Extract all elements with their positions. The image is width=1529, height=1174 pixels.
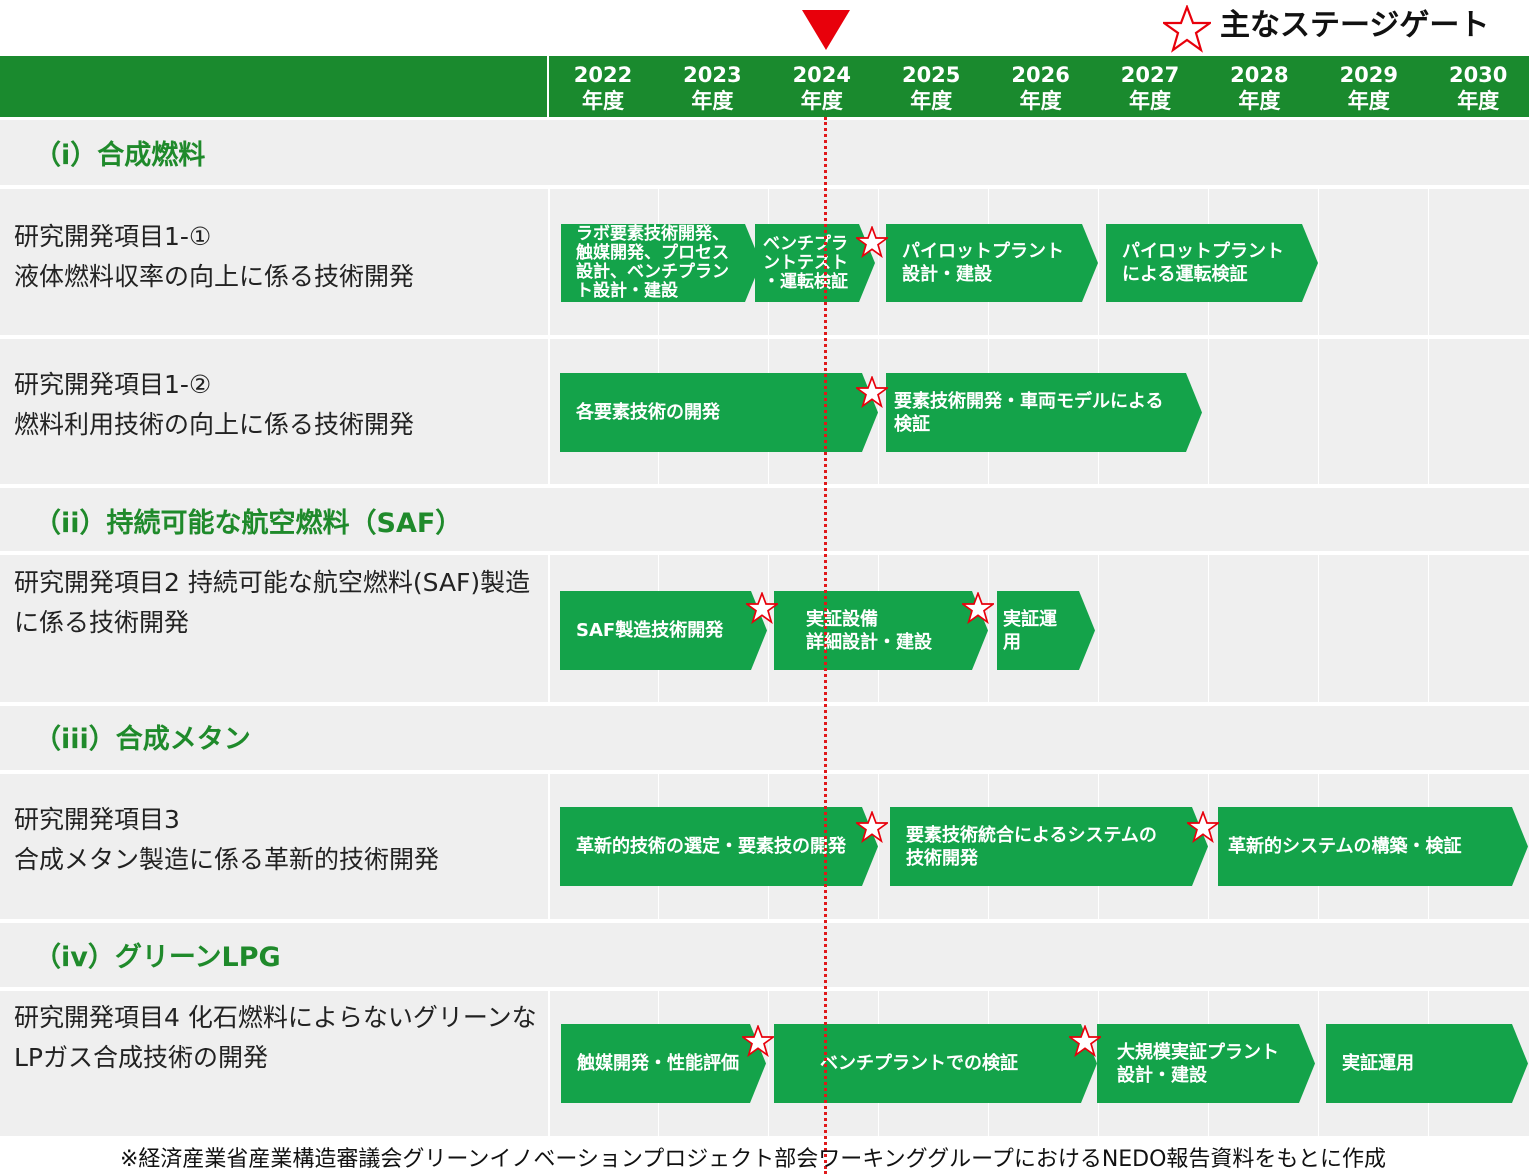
grid-line (878, 774, 879, 919)
section-title-green-lpg: （iv）グリーンLPG (34, 942, 281, 973)
grid-line (1428, 555, 1429, 702)
grid-line (548, 991, 550, 1136)
grid-line (548, 555, 550, 702)
year-label-0: 2022 年度 (573, 63, 633, 113)
stage-gate-star-icon (856, 226, 888, 258)
grid-line (1098, 555, 1099, 702)
grid-line (988, 555, 989, 702)
grid-line (1318, 991, 1319, 1136)
grid-line (548, 189, 550, 335)
task-demo-facility-design: 実証設備 詳細設計・建設 (774, 591, 988, 670)
task-lab-catalyst-process-design: ラボ要素技術開発、 触媒開発、プロセス 設計、ベンチプラン ト設計・建設 (561, 224, 761, 302)
task-saf-demo-operation: 実証運用 (997, 591, 1095, 670)
stage-gate-star-icon (962, 592, 994, 624)
row-label-1: 研究開発項目1-① 液体燃料収率の向上に係る技術開発 (14, 222, 415, 291)
year-label-5: 2027 年度 (1120, 63, 1180, 113)
year-label-4: 2026 年度 (1011, 63, 1070, 113)
task-saf-production-tech: SAF製造技術開発 (560, 591, 767, 670)
grid-line (1318, 189, 1319, 335)
section-band-synthetic-fuel (0, 120, 1529, 185)
footnote: ※経済産業省産業構造審議会グリーンイノベーションプロジェクト部会ワーキンググルー… (120, 1147, 1386, 1172)
task-system-integration: 要素技術統合によるシステムの 技術開発 (890, 807, 1208, 886)
grid-line (1208, 339, 1209, 484)
task-bench-plant-verification: ベンチプラントでの検証 (774, 1024, 1097, 1103)
task-innovative-tech-selection: 革新的技術の選定・要素技の開発 (560, 807, 878, 886)
grid-line (1428, 189, 1429, 335)
year-label-1: 2023 年度 (683, 63, 742, 113)
year-label-8: 2030 年度 (1448, 63, 1508, 113)
year-label-3: 2025 年度 (901, 63, 961, 113)
row-label-3: 研究開発項目2 持続可能な航空燃料(SAF)製造に係る技術開発 (14, 568, 531, 637)
stage-gate-star-icon (1163, 5, 1211, 53)
grid-line (548, 339, 550, 484)
current-year-marker-triangle (802, 10, 850, 50)
row-label-2: 研究開発項目1-② 燃料利用技術の向上に係る技術開発 (14, 370, 415, 439)
grid-line (548, 774, 550, 919)
stage-gate-star-icon (856, 376, 888, 408)
grid-line (878, 189, 879, 335)
task-system-construction-verification: 革新的システムの構築・検証 (1218, 807, 1528, 886)
task-vehicle-model-verification: 要素技術開発・車両モデルによる 検証 (886, 373, 1202, 452)
grid-line (1208, 555, 1209, 702)
row-label-4: 研究開発項目3 合成メタン製造に係る革新的技術開発 (14, 805, 440, 874)
grid-line (768, 991, 769, 1136)
task-element-tech-development: 各要素技術の開発 (560, 373, 878, 452)
grid-line (1208, 774, 1209, 919)
stage-gate-star-icon (1187, 811, 1219, 843)
section-title-synthetic-methane: （iii）合成メタン (34, 724, 251, 755)
year-label-6: 2028 年度 (1230, 63, 1289, 113)
grid-line (1428, 339, 1429, 484)
stage-gate-star-icon (742, 1025, 774, 1057)
grid-line (878, 339, 879, 484)
grid-line (1318, 555, 1319, 702)
stage-gate-star-icon (856, 811, 888, 843)
stage-gate-star-icon (1069, 1025, 1101, 1057)
task-lpg-demo-operation: 実証運用 (1326, 1024, 1528, 1103)
grid-line (1098, 189, 1099, 335)
current-year-dotted-line (824, 117, 827, 1174)
task-catalyst-performance: 触媒開発・性能評価 (561, 1024, 766, 1103)
section-title-synthetic-fuel: （i）合成燃料 (34, 140, 206, 171)
stage-gate-star-icon (746, 592, 778, 624)
section-title-saf: （ii）持続可能な航空燃料（SAF） (34, 508, 463, 539)
year-label-7: 2029 年度 (1339, 63, 1399, 113)
task-pilot-plant-design: パイロットプラント 設計・建設 (886, 224, 1098, 302)
grid-line (1318, 339, 1319, 484)
legend-label: 主なステージゲート (1220, 8, 1490, 43)
year-label-2: 2024 年度 (792, 63, 852, 113)
grid-line (768, 555, 769, 702)
task-pilot-plant-operation: パイロットプラント による運転検証 (1106, 224, 1318, 302)
task-large-demo-plant: 大規模実証プラント 設計・建設 (1097, 1024, 1315, 1103)
row-label-5: 研究開発項目4 化石燃料によらないグリーンな LPガス合成技術の開発 (14, 1003, 537, 1072)
